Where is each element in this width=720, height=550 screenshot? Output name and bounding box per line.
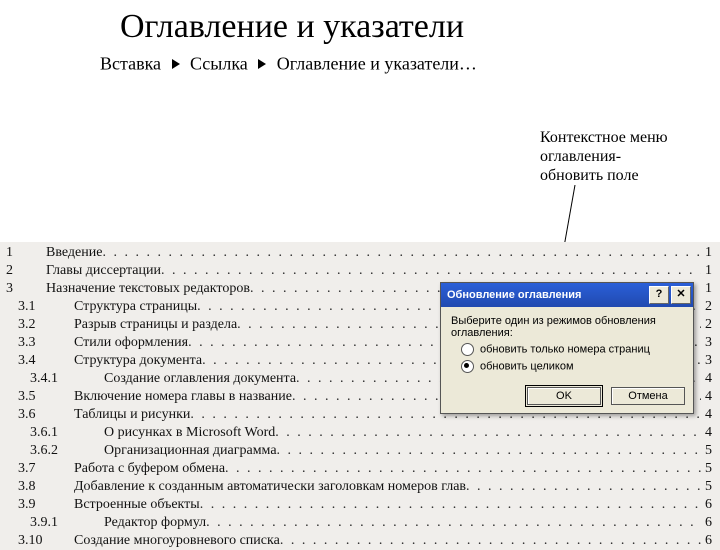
toc-page: 5 bbox=[701, 460, 720, 478]
toc-number: 3.1 bbox=[0, 298, 74, 316]
toc-page: 3 bbox=[701, 352, 720, 370]
dialog-title: Обновление оглавления bbox=[447, 289, 647, 301]
toc-leader: . . . . . . . . . . . . . . . . . . . . … bbox=[277, 442, 701, 460]
toc-title: О рисунках в Microsoft Word bbox=[104, 424, 275, 442]
toc-number: 3.8 bbox=[0, 478, 74, 496]
toc-row: 3.8Добавление к созданным автоматически … bbox=[0, 478, 720, 496]
toc-page: 2 bbox=[701, 298, 720, 316]
breadcrumb-item-2: Ссылка bbox=[190, 53, 248, 73]
toc-number: 3.6.1 bbox=[0, 424, 104, 442]
toc-title: Таблицы и рисунки bbox=[74, 406, 190, 424]
page-title: Оглавление и указатели bbox=[0, 0, 720, 52]
toc-title: Создание оглавления документа bbox=[104, 370, 296, 388]
context-note-line: Контекстное меню bbox=[540, 128, 668, 147]
breadcrumb-item-1: Вставка bbox=[100, 53, 161, 73]
toc-leader: . . . . . . . . . . . . . . . . . . . . … bbox=[225, 460, 701, 478]
dialog-prompt: Выберите один из режимов обновления огла… bbox=[451, 315, 683, 339]
breadcrumb: Вставка Ссылка Оглавление и указатели… bbox=[0, 52, 720, 74]
toc-number: 1 bbox=[0, 244, 46, 262]
context-note-line: обновить поле bbox=[540, 166, 668, 185]
radio-label: обновить только номера страниц bbox=[480, 343, 650, 355]
toc-leader: . . . . . . . . . . . . . . . . . . . . … bbox=[102, 244, 701, 262]
toc-title: Назначение текстовых редакторов bbox=[46, 280, 250, 298]
toc-title: Структура документа bbox=[74, 352, 202, 370]
toc-title: Включение номера главы в название bbox=[74, 388, 292, 406]
toc-page: 6 bbox=[701, 514, 720, 532]
toc-row: 3.9Встроенные объекты. . . . . . . . . .… bbox=[0, 496, 720, 514]
toc-page: 6 bbox=[701, 496, 720, 514]
toc-title: Разрыв страницы и раздела bbox=[74, 316, 237, 334]
toc-page: 1 bbox=[701, 280, 720, 298]
radio-icon[interactable] bbox=[461, 360, 474, 373]
toc-title: Главы диссертации bbox=[46, 262, 161, 280]
toc-number: 2 bbox=[0, 262, 46, 280]
toc-number: 3.9 bbox=[0, 496, 74, 514]
toc-page: 5 bbox=[701, 478, 720, 496]
toc-page: 4 bbox=[701, 370, 720, 388]
help-button[interactable]: ? bbox=[649, 286, 669, 304]
cancel-button[interactable]: Отмена bbox=[611, 387, 685, 405]
toc-title: Введение bbox=[46, 244, 102, 262]
triangle-icon bbox=[172, 59, 180, 69]
toc-page: 1 bbox=[701, 244, 720, 262]
toc-title: Создание многоуровневого списка bbox=[74, 532, 280, 550]
update-toc-dialog: Обновление оглавления ? ✕ Выберите один … bbox=[440, 282, 694, 414]
toc-number: 3.4.1 bbox=[0, 370, 104, 388]
toc-row: 3.10Создание многоуровневого списка. . .… bbox=[0, 532, 720, 550]
toc-leader: . . . . . . . . . . . . . . . . . . . . … bbox=[466, 478, 701, 496]
toc-row: 2Главы диссертации. . . . . . . . . . . … bbox=[0, 262, 720, 280]
toc-title: Добавление к созданным автоматически заг… bbox=[74, 478, 466, 496]
toc-page: 4 bbox=[701, 388, 720, 406]
toc-number: 3.2 bbox=[0, 316, 74, 334]
toc-row: 3.7Работа с буфером обмена. . . . . . . … bbox=[0, 460, 720, 478]
toc-row: 3.9.1Редактор формул. . . . . . . . . . … bbox=[0, 514, 720, 532]
toc-leader: . . . . . . . . . . . . . . . . . . . . … bbox=[206, 514, 701, 532]
radio-option-entire[interactable]: обновить целиком bbox=[461, 360, 683, 373]
radio-option-pages-only[interactable]: обновить только номера страниц bbox=[461, 343, 683, 356]
close-button[interactable]: ✕ bbox=[671, 286, 691, 304]
radio-label: обновить целиком bbox=[480, 360, 574, 372]
toc-page: 3 bbox=[701, 334, 720, 352]
ok-button[interactable]: OK bbox=[527, 387, 601, 405]
toc-row: 3.6.2Организационная диаграмма. . . . . … bbox=[0, 442, 720, 460]
toc-leader: . . . . . . . . . . . . . . . . . . . . … bbox=[200, 496, 701, 514]
toc-number: 3.4 bbox=[0, 352, 74, 370]
toc-number: 3.3 bbox=[0, 334, 74, 352]
toc-page: 2 bbox=[701, 316, 720, 334]
toc-page: 6 bbox=[701, 532, 720, 550]
toc-row: 1Введение. . . . . . . . . . . . . . . .… bbox=[0, 244, 720, 262]
toc-number: 3.5 bbox=[0, 388, 74, 406]
toc-number: 3 bbox=[0, 280, 46, 298]
toc-number: 3.10 bbox=[0, 532, 74, 550]
breadcrumb-item-3: Оглавление и указатели… bbox=[277, 53, 477, 73]
context-note-line: оглавления- bbox=[540, 147, 668, 166]
dialog-titlebar[interactable]: Обновление оглавления ? ✕ bbox=[441, 283, 693, 307]
toc-number: 3.7 bbox=[0, 460, 74, 478]
toc-leader: . . . . . . . . . . . . . . . . . . . . … bbox=[161, 262, 701, 280]
toc-title: Редактор формул bbox=[104, 514, 206, 532]
toc-page: 4 bbox=[701, 424, 720, 442]
toc-page: 1 bbox=[701, 262, 720, 280]
toc-title: Стили оформления bbox=[74, 334, 188, 352]
toc-title: Организационная диаграмма bbox=[104, 442, 277, 460]
toc-page: 5 bbox=[701, 442, 720, 460]
toc-leader: . . . . . . . . . . . . . . . . . . . . … bbox=[275, 424, 701, 442]
toc-number: 3.6.2 bbox=[0, 442, 104, 460]
toc-title: Структура страницы bbox=[74, 298, 197, 316]
toc-title: Встроенные объекты bbox=[74, 496, 200, 514]
toc-page: 4 bbox=[701, 406, 720, 424]
triangle-icon bbox=[258, 59, 266, 69]
toc-leader: . . . . . . . . . . . . . . . . . . . . … bbox=[280, 532, 701, 550]
toc-title: Работа с буфером обмена bbox=[74, 460, 225, 478]
toc-row: 3.6.1О рисунках в Microsoft Word. . . . … bbox=[0, 424, 720, 442]
toc-number: 3.6 bbox=[0, 406, 74, 424]
context-note: Контекстное меню оглавления- обновить по… bbox=[540, 128, 668, 186]
toc-number: 3.9.1 bbox=[0, 514, 104, 532]
radio-icon[interactable] bbox=[461, 343, 474, 356]
